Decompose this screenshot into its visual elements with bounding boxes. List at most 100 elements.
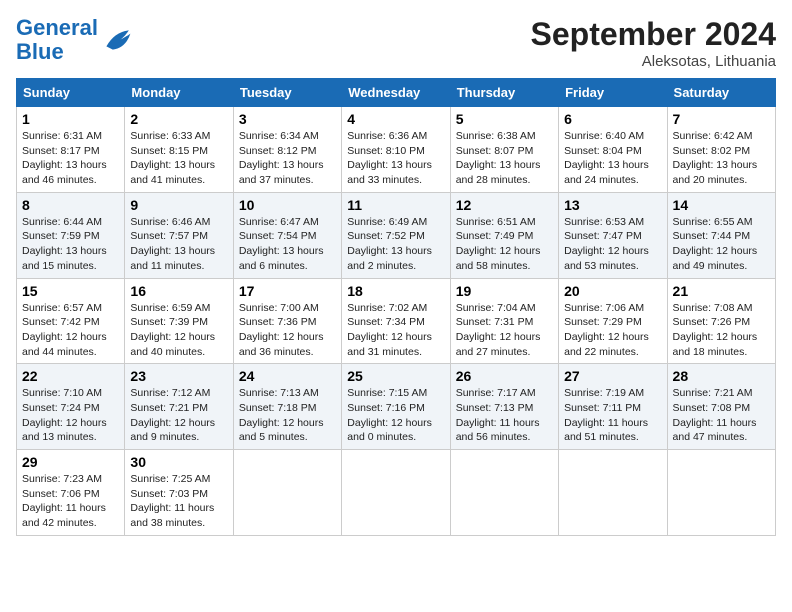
day-info: Sunrise: 6:59 AM Sunset: 7:39 PM Dayligh… <box>130 301 227 360</box>
day-info: Sunrise: 6:55 AM Sunset: 7:44 PM Dayligh… <box>673 215 770 274</box>
day-number: 12 <box>456 197 553 213</box>
day-info: Sunrise: 7:00 AM Sunset: 7:36 PM Dayligh… <box>239 301 336 360</box>
calendar-day-cell: 24 Sunrise: 7:13 AM Sunset: 7:18 PM Dayl… <box>233 364 341 450</box>
day-info: Sunrise: 6:38 AM Sunset: 8:07 PM Dayligh… <box>456 129 553 188</box>
weekday-header: Tuesday <box>233 79 341 107</box>
calendar-day-cell: 5 Sunrise: 6:38 AM Sunset: 8:07 PM Dayli… <box>450 107 558 193</box>
day-info: Sunrise: 7:02 AM Sunset: 7:34 PM Dayligh… <box>347 301 444 360</box>
day-info: Sunrise: 6:33 AM Sunset: 8:15 PM Dayligh… <box>130 129 227 188</box>
calendar-week-row: 29 Sunrise: 7:23 AM Sunset: 7:06 PM Dayl… <box>17 450 776 536</box>
weekday-header: Wednesday <box>342 79 450 107</box>
calendar-day-cell <box>667 450 775 536</box>
day-number: 20 <box>564 283 661 299</box>
calendar-day-cell: 21 Sunrise: 7:08 AM Sunset: 7:26 PM Dayl… <box>667 278 775 364</box>
day-info: Sunrise: 7:19 AM Sunset: 7:11 PM Dayligh… <box>564 386 661 445</box>
calendar-day-cell: 26 Sunrise: 7:17 AM Sunset: 7:13 PM Dayl… <box>450 364 558 450</box>
day-number: 28 <box>673 368 770 384</box>
calendar-week-row: 15 Sunrise: 6:57 AM Sunset: 7:42 PM Dayl… <box>17 278 776 364</box>
day-number: 29 <box>22 454 119 470</box>
weekday-header: Saturday <box>667 79 775 107</box>
day-info: Sunrise: 6:49 AM Sunset: 7:52 PM Dayligh… <box>347 215 444 274</box>
day-number: 11 <box>347 197 444 213</box>
calendar-day-cell <box>233 450 341 536</box>
day-number: 15 <box>22 283 119 299</box>
day-info: Sunrise: 6:42 AM Sunset: 8:02 PM Dayligh… <box>673 129 770 188</box>
day-info: Sunrise: 7:15 AM Sunset: 7:16 PM Dayligh… <box>347 386 444 445</box>
day-number: 5 <box>456 111 553 127</box>
calendar-day-cell: 30 Sunrise: 7:25 AM Sunset: 7:03 PM Dayl… <box>125 450 233 536</box>
calendar-day-cell: 6 Sunrise: 6:40 AM Sunset: 8:04 PM Dayli… <box>559 107 667 193</box>
day-number: 14 <box>673 197 770 213</box>
calendar-day-cell: 17 Sunrise: 7:00 AM Sunset: 7:36 PM Dayl… <box>233 278 341 364</box>
calendar-day-cell: 23 Sunrise: 7:12 AM Sunset: 7:21 PM Dayl… <box>125 364 233 450</box>
calendar-day-cell: 28 Sunrise: 7:21 AM Sunset: 7:08 PM Dayl… <box>667 364 775 450</box>
day-info: Sunrise: 7:04 AM Sunset: 7:31 PM Dayligh… <box>456 301 553 360</box>
month-title: September 2024 <box>531 16 776 53</box>
day-number: 23 <box>130 368 227 384</box>
calendar-day-cell: 27 Sunrise: 7:19 AM Sunset: 7:11 PM Dayl… <box>559 364 667 450</box>
day-info: Sunrise: 6:40 AM Sunset: 8:04 PM Dayligh… <box>564 129 661 188</box>
calendar-day-cell: 16 Sunrise: 6:59 AM Sunset: 7:39 PM Dayl… <box>125 278 233 364</box>
day-info: Sunrise: 7:17 AM Sunset: 7:13 PM Dayligh… <box>456 386 553 445</box>
calendar-day-cell: 14 Sunrise: 6:55 AM Sunset: 7:44 PM Dayl… <box>667 192 775 278</box>
calendar-day-cell: 12 Sunrise: 6:51 AM Sunset: 7:49 PM Dayl… <box>450 192 558 278</box>
calendar-day-cell: 1 Sunrise: 6:31 AM Sunset: 8:17 PM Dayli… <box>17 107 125 193</box>
calendar-day-cell: 29 Sunrise: 7:23 AM Sunset: 7:06 PM Dayl… <box>17 450 125 536</box>
day-number: 25 <box>347 368 444 384</box>
day-number: 30 <box>130 454 227 470</box>
day-number: 6 <box>564 111 661 127</box>
day-info: Sunrise: 6:47 AM Sunset: 7:54 PM Dayligh… <box>239 215 336 274</box>
calendar-day-cell <box>559 450 667 536</box>
calendar-day-cell: 18 Sunrise: 7:02 AM Sunset: 7:34 PM Dayl… <box>342 278 450 364</box>
calendar-week-row: 8 Sunrise: 6:44 AM Sunset: 7:59 PM Dayli… <box>17 192 776 278</box>
calendar-day-cell: 2 Sunrise: 6:33 AM Sunset: 8:15 PM Dayli… <box>125 107 233 193</box>
calendar-day-cell: 19 Sunrise: 7:04 AM Sunset: 7:31 PM Dayl… <box>450 278 558 364</box>
day-info: Sunrise: 7:21 AM Sunset: 7:08 PM Dayligh… <box>673 386 770 445</box>
day-number: 26 <box>456 368 553 384</box>
location: Aleksotas, Lithuania <box>531 53 776 70</box>
day-number: 2 <box>130 111 227 127</box>
day-info: Sunrise: 7:12 AM Sunset: 7:21 PM Dayligh… <box>130 386 227 445</box>
calendar-day-cell: 4 Sunrise: 6:36 AM Sunset: 8:10 PM Dayli… <box>342 107 450 193</box>
weekday-header: Friday <box>559 79 667 107</box>
page-header: GeneralBlue September 2024 Aleksotas, Li… <box>16 16 776 70</box>
calendar-table: SundayMondayTuesdayWednesdayThursdayFrid… <box>16 78 776 536</box>
day-info: Sunrise: 6:46 AM Sunset: 7:57 PM Dayligh… <box>130 215 227 274</box>
day-number: 17 <box>239 283 336 299</box>
calendar-day-cell: 10 Sunrise: 6:47 AM Sunset: 7:54 PM Dayl… <box>233 192 341 278</box>
calendar-day-cell: 13 Sunrise: 6:53 AM Sunset: 7:47 PM Dayl… <box>559 192 667 278</box>
calendar-day-cell: 9 Sunrise: 6:46 AM Sunset: 7:57 PM Dayli… <box>125 192 233 278</box>
calendar-day-cell: 15 Sunrise: 6:57 AM Sunset: 7:42 PM Dayl… <box>17 278 125 364</box>
weekday-header: Thursday <box>450 79 558 107</box>
day-number: 1 <box>22 111 119 127</box>
weekday-header: Monday <box>125 79 233 107</box>
day-number: 7 <box>673 111 770 127</box>
day-number: 27 <box>564 368 661 384</box>
day-number: 24 <box>239 368 336 384</box>
calendar-day-cell: 8 Sunrise: 6:44 AM Sunset: 7:59 PM Dayli… <box>17 192 125 278</box>
calendar-day-cell: 11 Sunrise: 6:49 AM Sunset: 7:52 PM Dayl… <box>342 192 450 278</box>
calendar-day-cell: 3 Sunrise: 6:34 AM Sunset: 8:12 PM Dayli… <box>233 107 341 193</box>
day-info: Sunrise: 6:53 AM Sunset: 7:47 PM Dayligh… <box>564 215 661 274</box>
calendar-day-cell: 22 Sunrise: 7:10 AM Sunset: 7:24 PM Dayl… <box>17 364 125 450</box>
logo: GeneralBlue <box>16 16 132 64</box>
day-number: 4 <box>347 111 444 127</box>
calendar-week-row: 22 Sunrise: 7:10 AM Sunset: 7:24 PM Dayl… <box>17 364 776 450</box>
calendar-week-row: 1 Sunrise: 6:31 AM Sunset: 8:17 PM Dayli… <box>17 107 776 193</box>
day-number: 19 <box>456 283 553 299</box>
day-info: Sunrise: 6:44 AM Sunset: 7:59 PM Dayligh… <box>22 215 119 274</box>
day-number: 9 <box>130 197 227 213</box>
day-info: Sunrise: 7:08 AM Sunset: 7:26 PM Dayligh… <box>673 301 770 360</box>
calendar-day-cell <box>450 450 558 536</box>
day-info: Sunrise: 6:51 AM Sunset: 7:49 PM Dayligh… <box>456 215 553 274</box>
title-block: September 2024 Aleksotas, Lithuania <box>531 16 776 70</box>
day-info: Sunrise: 6:36 AM Sunset: 8:10 PM Dayligh… <box>347 129 444 188</box>
day-number: 10 <box>239 197 336 213</box>
day-number: 16 <box>130 283 227 299</box>
calendar-day-cell <box>342 450 450 536</box>
day-number: 13 <box>564 197 661 213</box>
calendar-day-cell: 20 Sunrise: 7:06 AM Sunset: 7:29 PM Dayl… <box>559 278 667 364</box>
day-number: 22 <box>22 368 119 384</box>
day-number: 3 <box>239 111 336 127</box>
logo-icon <box>100 24 132 56</box>
